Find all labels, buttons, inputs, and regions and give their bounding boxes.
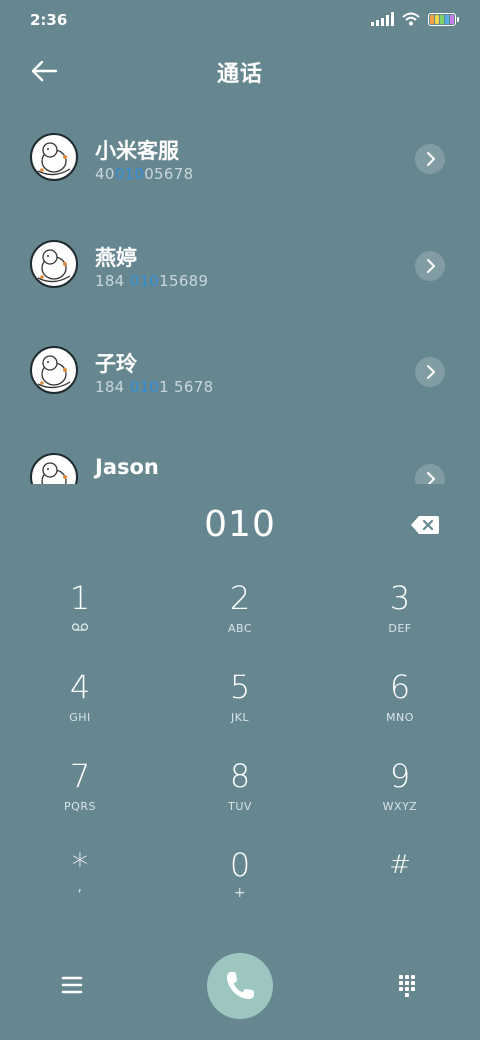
key-4[interactable]: 4 GHI: [0, 667, 160, 756]
status-time: 2:36: [30, 11, 68, 29]
key-digit: 1: [69, 579, 91, 617]
key-5[interactable]: 5 JKL: [160, 667, 320, 756]
bottom-bar: [0, 950, 480, 1030]
number-match: 010: [129, 378, 160, 396]
key-digit: 5: [229, 668, 251, 706]
wifi-icon: [402, 12, 420, 26]
contact-number: 184 01015689: [95, 271, 209, 290]
key-3[interactable]: 3 DEF: [320, 578, 480, 667]
key-letters: +: [233, 885, 247, 901]
key-7[interactable]: 7 PQRS: [0, 756, 160, 845]
contact-detail-button[interactable]: [415, 144, 445, 174]
dialpad-icon: [399, 975, 415, 997]
key-letters: ABC: [227, 622, 253, 635]
key-letters: TUV: [228, 800, 252, 813]
backspace-icon: [411, 516, 439, 534]
avatar: [30, 346, 78, 394]
battery-icon: [428, 12, 459, 26]
key-star[interactable]: * ,: [0, 845, 160, 934]
key-digit: 7: [69, 757, 91, 795]
key-digit: 0: [229, 846, 251, 884]
key-hash[interactable]: #: [320, 845, 480, 934]
page-title: 通话: [216, 62, 263, 87]
dialed-number[interactable]: 010: [0, 504, 480, 545]
dial-display: 010: [0, 500, 480, 556]
contact-name: Jason: [95, 454, 159, 479]
key-digit: #: [389, 850, 411, 880]
contact-number: 4001005678: [95, 165, 194, 183]
key-digit: 4: [69, 668, 91, 706]
chevron-right-icon: [427, 152, 435, 166]
contact-name: 小米客服: [95, 139, 179, 163]
key-letters: DEF: [388, 622, 412, 635]
contact-list: 小米客服 4001005678 燕婷 184 01015689 子玲 184 0…: [0, 104, 480, 484]
menu-button[interactable]: [58, 972, 88, 998]
key-digit: 9: [389, 757, 411, 795]
key-9[interactable]: 9 WXYZ: [320, 756, 480, 845]
contact-detail-button[interactable]: [415, 463, 445, 484]
key-letters: JKL: [230, 711, 250, 724]
key-digit: 3: [389, 579, 411, 617]
key-0[interactable]: 0 +: [160, 845, 320, 934]
key-letters: GHI: [69, 711, 91, 724]
phone-icon: [227, 972, 254, 999]
backspace-button[interactable]: [410, 514, 444, 540]
avatar: [30, 239, 78, 288]
key-6[interactable]: 6 MNO: [320, 667, 480, 756]
header: 通话: [0, 48, 480, 94]
contact-detail-button[interactable]: [415, 357, 445, 387]
contact-detail-button[interactable]: [415, 250, 445, 281]
contact-name: 子玲: [95, 352, 137, 376]
key-letters: ,: [77, 879, 83, 895]
key-digit: 2: [229, 579, 251, 617]
number-match: 010: [114, 165, 145, 183]
menu-icon: [61, 976, 83, 994]
key-digit: 6: [389, 668, 411, 706]
voicemail-icon: [0, 622, 160, 635]
chevron-right-icon: [427, 365, 435, 379]
key-1[interactable]: 1: [0, 578, 160, 667]
avatar: [30, 452, 78, 484]
key-letters: WXYZ: [382, 800, 418, 813]
key-letters: PQRS: [64, 800, 96, 813]
call-button[interactable]: [207, 953, 273, 1019]
contact-item[interactable]: 燕婷 184 01015689: [0, 211, 480, 318]
avatar: [30, 133, 78, 181]
contact-name: 燕婷: [95, 245, 137, 270]
key-2[interactable]: 2 ABC: [160, 578, 320, 667]
contact-item[interactable]: 子玲 184 0101 5678: [0, 317, 480, 424]
contact-number: 184 0101 5678: [95, 378, 214, 396]
number-match: 010: [129, 271, 160, 290]
chevron-right-icon: [427, 471, 435, 484]
key-letters: MNO: [386, 711, 414, 724]
key-digit: 8: [229, 757, 251, 795]
contact-item[interactable]: 小米客服 4001005678: [0, 104, 480, 211]
contact-item[interactable]: Jason: [0, 424, 480, 484]
status-bar: 2:36: [0, 0, 480, 40]
dialpad-toggle-button[interactable]: [392, 970, 422, 1000]
chevron-right-icon: [427, 258, 435, 273]
key-8[interactable]: 8 TUV: [160, 756, 320, 845]
status-icons: [371, 12, 459, 26]
signal-icon: [371, 12, 394, 26]
